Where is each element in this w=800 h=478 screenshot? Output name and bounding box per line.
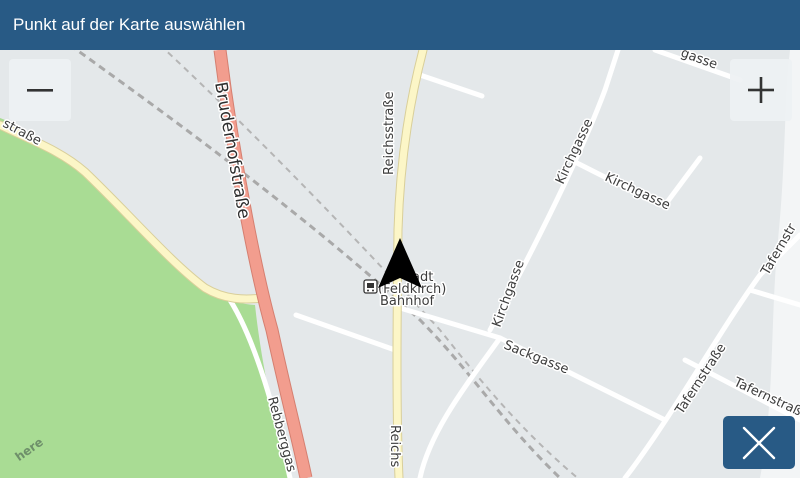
zoom-in-button[interactable] [730, 59, 792, 121]
map-view[interactable]: Bruderhofstraße Reichsstraße Reichs stra… [0, 50, 800, 478]
street-label-reichsstrasse-bottom: Reichs [387, 425, 402, 467]
plus-icon [748, 77, 774, 103]
close-button[interactable] [723, 416, 795, 469]
minus-icon [27, 89, 53, 92]
map-canvas[interactable]: Bruderhofstraße Reichsstraße Reichs stra… [0, 50, 800, 478]
poi-label-line3: Bahnhof [380, 294, 435, 309]
title-bar: Punkt auf der Karte auswählen [0, 0, 800, 50]
street-label-reichsstrasse-top: Reichsstraße [382, 91, 397, 175]
page-title: Punkt auf der Karte auswählen [13, 15, 246, 34]
train-station-icon[interactable] [363, 279, 378, 294]
close-icon [742, 426, 776, 459]
zoom-out-button[interactable] [9, 59, 71, 121]
